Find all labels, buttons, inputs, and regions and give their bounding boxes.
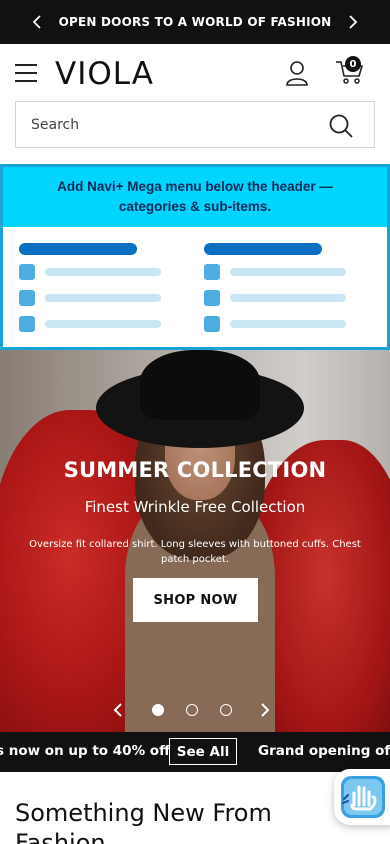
mega-menu-message: Add Navi+ Mega menu below the header — c… (57, 179, 333, 214)
category-heading-placeholder (204, 243, 322, 255)
announcement-text: OPEN DOORS TO A WORLD OF FASHION (58, 15, 332, 29)
sub-item-placeholder (204, 290, 354, 306)
search-input[interactable] (31, 116, 311, 133)
hero-slideshow: SUMMER COLLECTION Finest Wrinkle Free Co… (0, 350, 390, 732)
cart-count-badge: 0 (345, 56, 361, 72)
mega-menu-column (204, 243, 354, 332)
hamburger-menu-icon[interactable] (15, 64, 37, 82)
section-heading: Something New From Fashion (15, 799, 272, 844)
announcement-bar: OPEN DOORS TO A WORLD OF FASHION (0, 0, 390, 44)
sub-item-placeholder (19, 316, 169, 332)
category-heading-placeholder (19, 243, 137, 255)
sub-item-placeholder (19, 290, 169, 306)
see-all-button[interactable]: See All (169, 738, 237, 765)
search-bar (15, 101, 375, 148)
promo-text: Grand opening off (258, 743, 390, 759)
hero-title: SUMMER COLLECTION (63, 458, 327, 482)
site-header: VIOLA 0 (0, 44, 390, 100)
sub-item-placeholder (204, 316, 354, 332)
promo-marquee: s now on up to 40% off See All Grand ope… (0, 732, 390, 772)
hero-description: Oversize fit collared shirt. Long sleeve… (29, 539, 361, 565)
chevron-right-icon[interactable] (342, 12, 362, 32)
slide-dot[interactable] (220, 704, 232, 716)
slide-dot[interactable] (152, 704, 164, 716)
mega-menu-banner: Add Navi+ Mega menu below the header — c… (3, 167, 387, 227)
promo-text: s now on up to 40% off (0, 743, 171, 759)
mega-menu-column (19, 243, 169, 332)
slide-dot[interactable] (186, 704, 198, 716)
shop-now-button[interactable]: SHOP NOW (133, 578, 258, 622)
user-icon[interactable] (285, 60, 309, 86)
hero-subtitle: Finest Wrinkle Free Collection (84, 498, 306, 516)
chevron-left-icon[interactable] (28, 12, 48, 32)
accessibility-widget[interactable] (334, 769, 390, 825)
sub-item-placeholder (19, 264, 169, 280)
slide-prev-icon[interactable] (108, 700, 128, 720)
sub-item-placeholder (204, 264, 354, 280)
accessibility-hand-icon (341, 776, 385, 818)
site-logo[interactable]: VIOLA (55, 52, 167, 92)
logo-text: VIOLA (55, 56, 154, 92)
search-icon[interactable] (328, 113, 354, 139)
slide-next-icon[interactable] (255, 700, 275, 720)
mega-menu-placeholder: Add Navi+ Mega menu below the header — c… (0, 164, 390, 350)
